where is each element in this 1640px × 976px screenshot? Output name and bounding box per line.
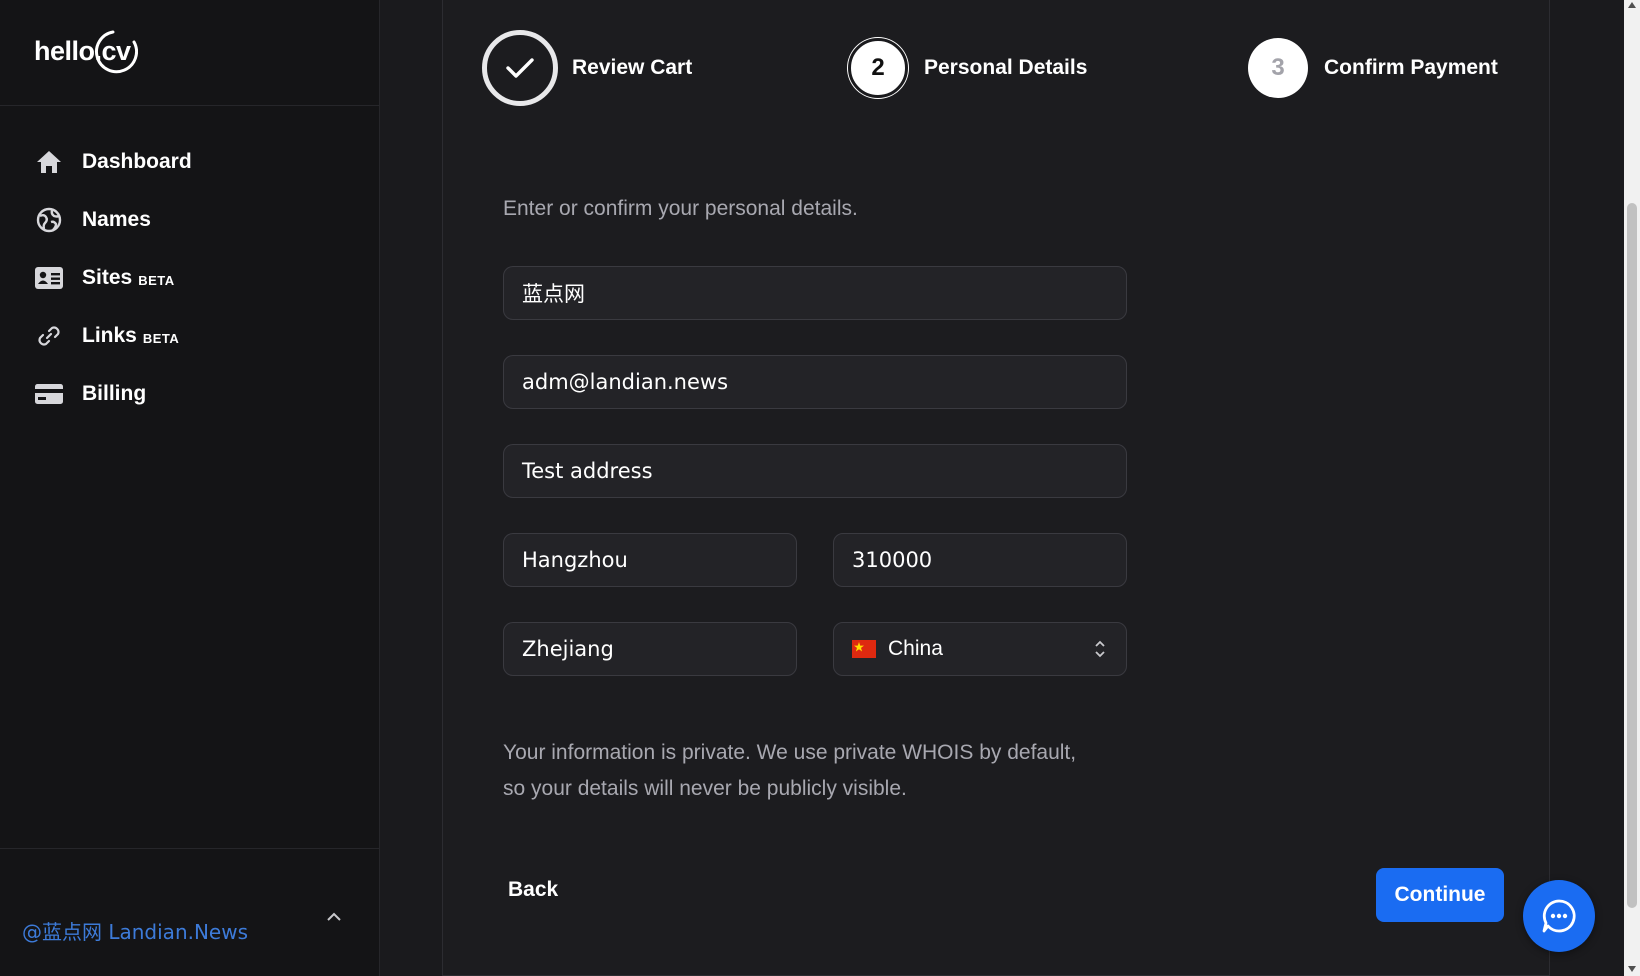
step-personal-details: 2 Personal Details [848,38,1087,98]
address-value: Test address [522,459,653,483]
privacy-line: so your details will never be publicly v… [503,777,907,800]
email-field[interactable]: adm@landian.news [503,355,1127,409]
form-intro: Enter or confirm your personal details. [503,197,858,220]
step-number: 3 [1248,38,1308,98]
home-icon [34,147,64,177]
city-value: Hangzhou [522,548,628,572]
step-label: Review Cart [572,56,693,79]
postal-code-value: 310000 [852,548,933,572]
country-select[interactable]: China [833,622,1127,676]
sidebar: hello.cv Dashboard Names Sites BETA Link… [0,0,380,976]
link-icon [34,321,64,351]
scroll-up-arrow[interactable] [1628,2,1636,8]
back-button[interactable]: Back [508,878,558,902]
sidebar-item-names[interactable]: Names [0,191,380,249]
sidebar-item-label: Sites [82,266,133,289]
sidebar-item-sites[interactable]: Sites BETA [0,249,380,307]
credit-card-icon [34,379,64,409]
privacy-note: Your information is private. We use priv… [503,735,1143,807]
email-value: adm@landian.news [522,370,729,394]
privacy-line: Your information is private. We use priv… [503,741,1077,764]
name-value: 蓝点网 [522,282,585,306]
sidebar-nav: Dashboard Names Sites BETA Links BETA Bi… [0,133,380,423]
chevron-up-icon[interactable] [322,904,346,928]
continue-button[interactable]: Continue [1376,868,1504,922]
sidebar-item-label: Billing [82,382,147,405]
svg-text:hello.cv: hello.cv [34,36,131,66]
sidebar-item-label: Names [82,208,151,231]
step-label: Confirm Payment [1324,56,1498,79]
sidebar-item-links[interactable]: Links BETA [0,307,380,365]
state-field[interactable]: Zhejiang [503,622,797,676]
postal-code-field[interactable]: 310000 [833,533,1127,587]
beta-badge: BETA [142,330,180,346]
app-logo[interactable]: hello.cv [34,26,138,80]
sidebar-item-label: Links [82,324,137,347]
sidebar-item-label: Dashboard [82,150,192,173]
id-card-icon [34,263,64,293]
step-review-cart: Review Cart [482,30,692,106]
sidebar-item-billing[interactable]: Billing [0,365,380,423]
address-field[interactable]: Test address [503,444,1127,498]
chat-bubble-icon [1542,899,1576,933]
select-arrows-icon [1092,637,1108,661]
logo-mark: hello.cv [34,30,138,74]
scroll-down-arrow[interactable] [1628,966,1636,972]
sidebar-item-dashboard[interactable]: Dashboard [0,133,380,191]
step-label: Personal Details [924,56,1088,79]
china-flag-icon [852,640,876,658]
country-value: China [888,637,943,660]
state-value: Zhejiang [522,637,614,661]
chat-button[interactable] [1523,880,1595,952]
vertical-scrollbar[interactable] [1624,0,1640,976]
scroll-thumb[interactable] [1627,203,1637,908]
step-confirm-payment: 3 Confirm Payment [1248,38,1498,98]
name-field[interactable]: 蓝点网 [503,266,1127,320]
sidebar-divider [0,105,380,106]
city-field[interactable]: Hangzhou [503,533,797,587]
step-number: 2 [848,38,908,98]
globe-icon [34,205,64,235]
beta-badge: BETA [138,272,175,288]
sidebar-divider [0,848,380,849]
watermark: @蓝点网 Landian.News [22,920,249,944]
checkmark-icon [482,30,558,106]
